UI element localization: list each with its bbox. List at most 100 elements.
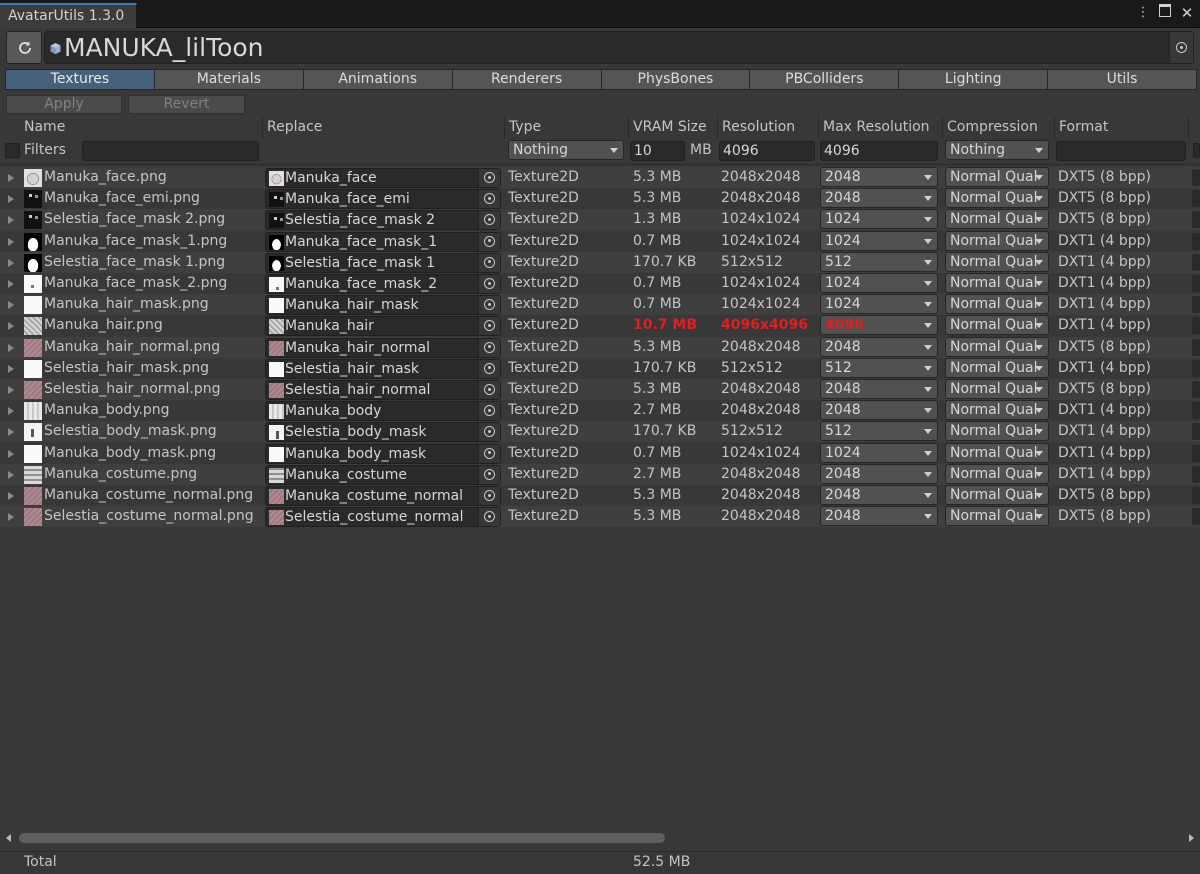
maximize-icon[interactable] (1158, 4, 1172, 22)
expand-arrow-icon[interactable] (8, 386, 14, 394)
replace-object-field[interactable]: Selestia_hair_normal (265, 380, 501, 400)
table-row[interactable]: Selestia_hair_normal.png Selestia_hair_no… (0, 379, 1200, 400)
replace-object-field[interactable]: Manuka_body_mask (265, 443, 501, 464)
replace-object-field[interactable]: Manuka_face_mask_1 (265, 231, 501, 252)
avatar-picker-button[interactable] (1169, 32, 1193, 63)
max-resolution-dropdown[interactable]: 1024 (820, 294, 938, 315)
max-resolution-dropdown[interactable]: 2048 (820, 485, 938, 505)
max-resolution-dropdown[interactable]: 2048 (820, 188, 938, 209)
compression-dropdown[interactable]: Normal Qual (945, 379, 1049, 399)
table-row[interactable]: Selestia_face_mask 2.png Selestia_face_ma… (0, 209, 1200, 231)
replace-picker-button[interactable] (478, 465, 500, 484)
replace-picker-button[interactable] (478, 487, 500, 505)
table-row[interactable]: Manuka_face_mask_1.png Manuka_face_mask_1… (0, 230, 1200, 252)
replace-object-field[interactable]: Selestia_costume_normal (265, 507, 501, 528)
compression-dropdown[interactable]: Normal Qual (945, 209, 1049, 230)
replace-picker-button[interactable] (478, 253, 500, 272)
format-filter-input[interactable] (1056, 141, 1186, 161)
max-resolution-dropdown[interactable]: 1024 (820, 230, 938, 251)
replace-picker-button[interactable] (478, 508, 500, 527)
refresh-button[interactable] (6, 31, 42, 64)
max-resolution-dropdown[interactable]: 2048 (820, 400, 938, 421)
compression-dropdown[interactable]: Normal Qual (945, 167, 1049, 187)
scrollbar-thumb[interactable] (19, 833, 665, 843)
replace-object-field[interactable]: Selestia_body_mask (265, 422, 501, 443)
type-filter-dropdown[interactable]: Nothing (508, 140, 624, 160)
resolution-filter-input[interactable]: 4096 (719, 141, 815, 161)
table-row[interactable]: Manuka_face_mask_2.png Manuka_face_mask_2… (0, 273, 1200, 294)
compression-dropdown[interactable]: Normal Qual (945, 336, 1049, 357)
overflow-cell[interactable] (1192, 275, 1200, 292)
tab-lighting[interactable]: Lighting (899, 69, 1049, 90)
compression-filter-dropdown[interactable]: Nothing (945, 140, 1049, 160)
overflow-cell[interactable] (1192, 444, 1200, 462)
window-tab[interactable]: AvatarUtils 1.3.0 (0, 3, 137, 28)
expand-arrow-icon[interactable] (8, 449, 14, 458)
max-resolution-dropdown[interactable]: 2048 (820, 379, 938, 399)
compression-dropdown[interactable]: Normal Qual (945, 357, 1049, 378)
table-row[interactable]: Selestia_hair_mask.png Selestia_hair_mask… (0, 357, 1200, 379)
compression-dropdown[interactable]: Normal Qual (945, 251, 1049, 272)
replace-picker-button[interactable] (478, 169, 500, 187)
expand-arrow-icon[interactable] (8, 258, 14, 267)
compression-dropdown[interactable]: Normal Qual (945, 315, 1049, 336)
name-filter-input[interactable] (82, 141, 259, 161)
replace-object-field[interactable]: Selestia_face_mask 1 (265, 252, 501, 273)
vram-filter-input[interactable]: 10 (630, 141, 685, 161)
overflow-cell[interactable] (1192, 169, 1200, 186)
replace-picker-button[interactable] (478, 359, 500, 378)
compression-dropdown[interactable]: Normal Qual (945, 421, 1049, 442)
tab-pbcolliders[interactable]: PBColliders (750, 69, 900, 90)
compression-dropdown[interactable]: Normal Qual (945, 273, 1049, 293)
column-header-compression[interactable]: Compression (942, 116, 1054, 139)
max-resolution-dropdown[interactable]: 512 (820, 421, 938, 442)
overflow-cell[interactable] (1192, 190, 1200, 208)
compression-dropdown[interactable]: Normal Qual (945, 463, 1049, 484)
column-header-format[interactable]: Format (1054, 116, 1188, 139)
expand-arrow-icon[interactable] (8, 216, 14, 225)
replace-object-field[interactable]: Manuka_body (265, 401, 501, 422)
max-resolution-filter-input[interactable]: 4096 (820, 141, 938, 161)
overflow-cell[interactable] (1192, 211, 1200, 229)
expand-arrow-icon[interactable] (8, 343, 14, 352)
replace-object-field[interactable]: Manuka_costume (265, 464, 501, 485)
table-row[interactable]: Selestia_body_mask.png Selestia_body_mask… (0, 421, 1200, 443)
replace-object-field[interactable]: Selestia_hair_mask (265, 358, 501, 379)
table-row[interactable]: Manuka_hair.png Manuka_hair Texture2D 10.7 … (0, 315, 1200, 337)
replace-picker-button[interactable] (478, 232, 500, 251)
scroll-left-icon[interactable] (6, 834, 11, 842)
replace-picker-button[interactable] (478, 444, 500, 463)
replace-picker-button[interactable] (478, 423, 500, 442)
overflow-cell[interactable] (1192, 232, 1200, 250)
max-resolution-dropdown[interactable]: 2048 (820, 463, 938, 484)
tab-materials[interactable]: Materials (154, 69, 304, 90)
expand-arrow-icon[interactable] (8, 470, 14, 479)
compression-dropdown[interactable]: Normal Qual (945, 188, 1049, 209)
max-resolution-dropdown[interactable]: 2048 (820, 167, 938, 187)
replace-object-field[interactable]: Manuka_face_mask_2 (265, 274, 501, 294)
column-header-replace[interactable]: Replace (262, 116, 504, 139)
column-header-type[interactable]: Type (504, 116, 628, 139)
table-row[interactable]: Manuka_hair_normal.png Manuka_hair_normal… (0, 336, 1200, 358)
table-row[interactable]: Manuka_face_emi.png Manuka_face_emi Textur… (0, 188, 1200, 210)
max-resolution-dropdown[interactable]: 512 (820, 251, 938, 272)
max-resolution-dropdown[interactable]: 1024 (820, 442, 938, 463)
expand-arrow-icon[interactable] (8, 195, 14, 204)
tab-animations[interactable]: Animations (303, 69, 453, 90)
tab-physbones[interactable]: PhysBones (601, 69, 751, 90)
replace-object-field[interactable]: Manuka_hair_normal (265, 337, 501, 358)
replace-object-field[interactable]: Selestia_face_mask 2 (265, 210, 501, 231)
replace-object-field[interactable]: Manuka_face (265, 168, 501, 188)
tab-renderers[interactable]: Renderers (452, 69, 602, 90)
expand-arrow-icon[interactable] (8, 174, 14, 182)
more-options-icon[interactable]: ⋮ (1136, 4, 1150, 22)
table-row[interactable]: Manuka_hair_mask.png Manuka_hair_mask Text… (0, 294, 1200, 316)
expand-arrow-icon[interactable] (8, 364, 14, 373)
overflow-filter-field[interactable] (1193, 143, 1200, 158)
expand-arrow-icon[interactable] (8, 513, 14, 522)
table-row[interactable]: Manuka_costume.png Manuka_costume Texture2… (0, 463, 1200, 485)
replace-picker-button[interactable] (478, 211, 500, 230)
overflow-cell[interactable] (1192, 359, 1200, 377)
replace-picker-button[interactable] (478, 190, 500, 209)
replace-object-field[interactable]: Manuka_costume_normal (265, 486, 501, 506)
